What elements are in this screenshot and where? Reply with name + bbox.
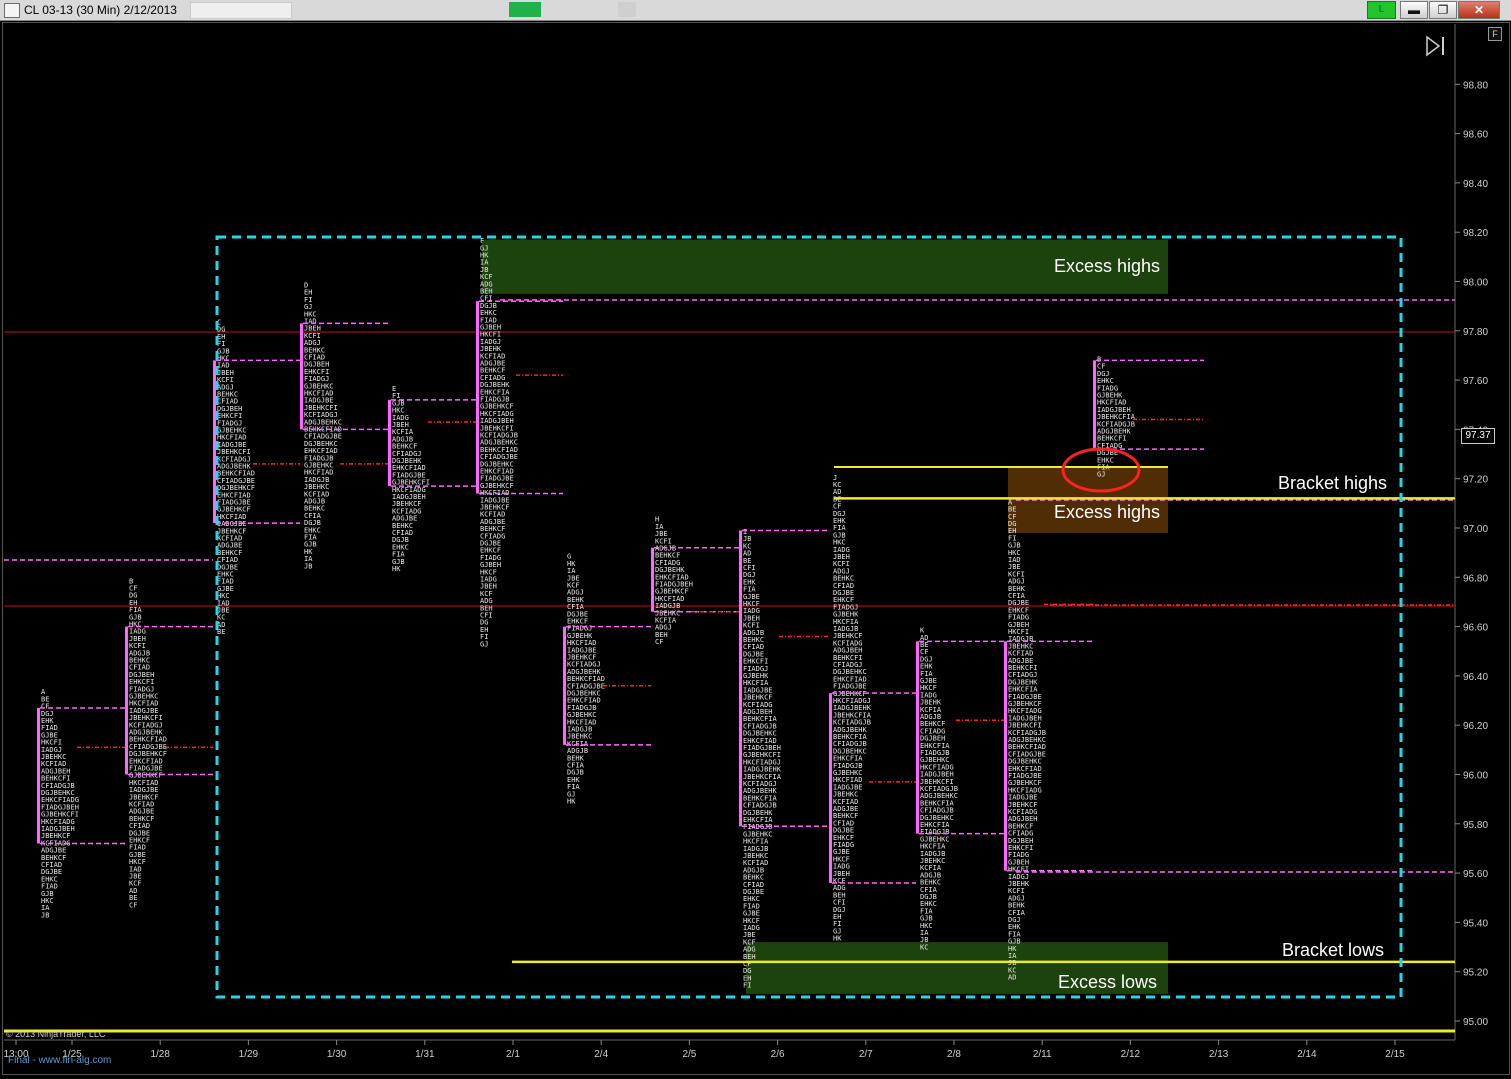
x-tick-label: 2/1: [506, 1049, 520, 1060]
y-tick-label: 97.00: [1463, 524, 1488, 535]
tpo-row: GJ: [480, 640, 488, 648]
y-tick-label: 97.80: [1463, 327, 1488, 338]
annotation-box: [215, 235, 1403, 999]
x-tick-label: 2/13: [1209, 1049, 1229, 1060]
x-tick-label: 2/15: [1385, 1049, 1405, 1060]
excess-highs-mid-label: Excess highs: [1054, 502, 1161, 522]
excess-highs-top-label: Excess highs: [1054, 256, 1161, 276]
tpo-row: JB: [304, 562, 312, 570]
value-area-bar: [829, 693, 832, 883]
tpo-row: CF: [129, 901, 137, 909]
current-price-marker: 97.37: [1461, 428, 1495, 444]
y-tick-label: 95.00: [1463, 1017, 1488, 1028]
tpo-row: HK: [567, 797, 576, 805]
y-tick-label: 97.60: [1463, 376, 1488, 387]
x-tick-label: 2/5: [682, 1049, 696, 1060]
y-tick-label: 96.40: [1463, 672, 1488, 683]
bracket-lows-label: Bracket lows: [1282, 940, 1385, 960]
bracket-highs-label: Bracket highs: [1278, 473, 1388, 493]
x-tick-label: 2/14: [1297, 1049, 1317, 1060]
value-area-bar: [651, 547, 654, 612]
market-profile-chart[interactable]: 95.00 95.20 95.40 95.60 95.80 96.00 96.20 96.40…: [0, 0, 1511, 1079]
y-tick-label: 98.60: [1463, 130, 1488, 141]
value-area-bar: [1004, 641, 1007, 871]
y-tick-label: 98.00: [1463, 278, 1488, 289]
y-tick-label: 96.80: [1463, 573, 1488, 584]
x-tick-label: 1/30: [327, 1049, 347, 1060]
value-area-bar: [1093, 360, 1096, 450]
tpo-row: FI: [743, 982, 751, 990]
y-tick-label: 95.80: [1463, 820, 1488, 831]
y-tick-label: 95.40: [1463, 918, 1488, 929]
x-tick-label: 1/31: [415, 1049, 435, 1060]
scroll-to-end-icon[interactable]: [1425, 35, 1447, 57]
value-area-bar: [37, 707, 40, 844]
copyright-text: © 2013 NinjaTrader, LLC: [6, 1029, 106, 1039]
x-tick-label: 2/4: [594, 1049, 608, 1060]
y-tick-label: 98.20: [1463, 228, 1488, 239]
value-area-bar: [563, 626, 566, 745]
x-tick-label: 1/29: [239, 1049, 259, 1060]
tpo-row: HK: [833, 935, 842, 943]
x-tick-label: 2/11: [1033, 1049, 1052, 1060]
x-tick-label: 2/12: [1121, 1049, 1141, 1060]
x-tick-label: 2/7: [859, 1049, 873, 1060]
value-area-bar: [476, 301, 479, 494]
excess-lows-label: Excess lows: [1058, 972, 1158, 992]
float-panel-button[interactable]: F: [1488, 27, 1502, 41]
tpo-row: JB: [41, 911, 49, 919]
tpo-row: HK: [392, 565, 401, 573]
y-tick-label: 97.20: [1463, 475, 1488, 486]
tpo-row: GJ: [1097, 471, 1105, 479]
tpo-row: CF: [655, 638, 663, 646]
tpo-row: AD: [1008, 974, 1016, 982]
value-area-bar: [300, 323, 303, 430]
y-tick-label: 96.00: [1463, 771, 1488, 782]
y-tick-label: 95.60: [1463, 869, 1488, 880]
value-area-bar: [739, 530, 742, 827]
y-tick-label: 95.20: [1463, 968, 1488, 979]
x-tick-label: 2/6: [771, 1049, 785, 1060]
watermark-link[interactable]: Final - www.fin-alg.com: [8, 1055, 111, 1066]
x-tick-label: 2/8: [947, 1049, 961, 1060]
y-tick-label: 96.20: [1463, 721, 1488, 732]
value-area-bar: [916, 641, 919, 834]
value-area-bar: [388, 399, 391, 487]
tpo-row: KC: [920, 943, 928, 951]
y-tick-label: 96.60: [1463, 623, 1488, 634]
y-tick-label: 98.80: [1463, 80, 1488, 91]
value-area-bar: [125, 626, 128, 775]
y-tick-label: 98.40: [1463, 179, 1488, 190]
x-tick-label: 1/28: [150, 1049, 170, 1060]
